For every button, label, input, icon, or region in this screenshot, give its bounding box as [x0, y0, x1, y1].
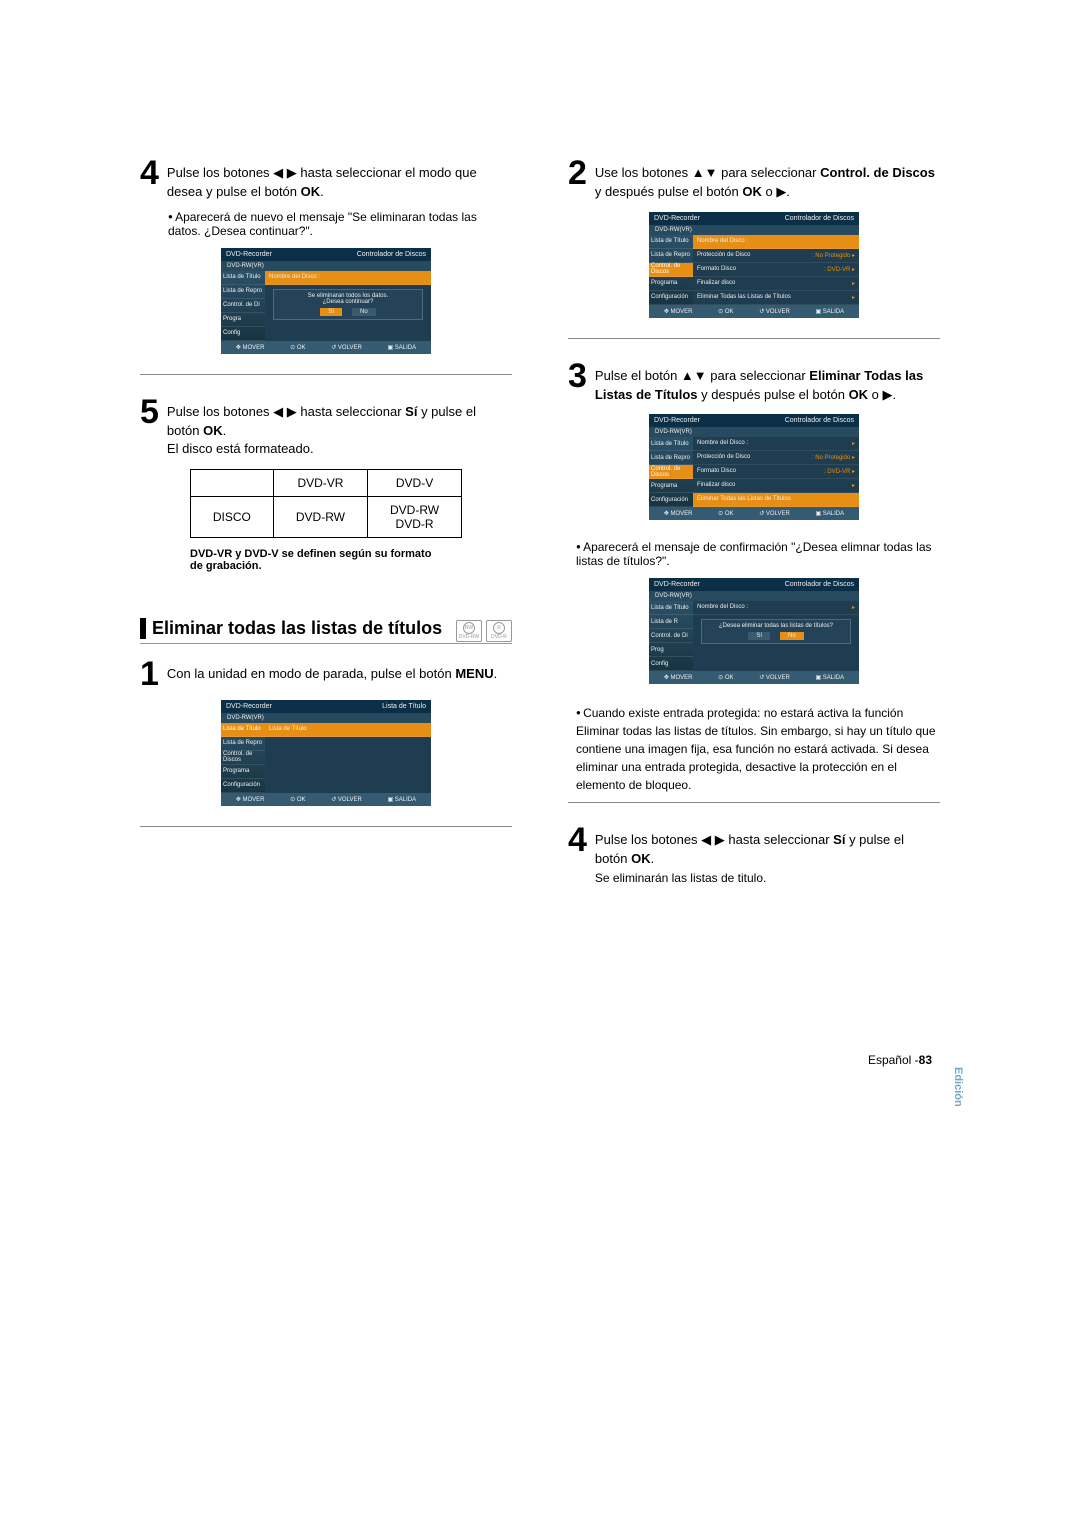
step-number: 3 [568, 361, 587, 405]
left-column: 4 Pulse los botones ◀ ▶ hasta selecciona… [140, 158, 512, 896]
step-text: Con la unidad en modo de parada, pulse e… [167, 659, 497, 690]
divider [140, 826, 512, 827]
page-number: Español -83 [868, 1053, 932, 1067]
step-text: Use los botones ▲▼ para seleccionar Cont… [595, 158, 940, 202]
confirm-message-note: Aparecerá el mensaje de confirmación "¿D… [576, 540, 940, 568]
step-number: 4 [140, 158, 159, 202]
step-5: 5 Pulse los botones ◀ ▶ hasta selecciona… [140, 397, 512, 460]
screenshot-eliminate-highlight: DVD-RecorderControlador de Discos DVD-RW… [649, 414, 859, 520]
table-note: DVD-VR y DVD-V se definen según su forma… [190, 548, 440, 572]
step-text: Pulse el botón ▲▼ para seleccionar Elimi… [595, 361, 940, 405]
right-column: 2 Use los botones ▲▼ para seleccionar Co… [568, 158, 940, 896]
step-3: 3 Pulse el botón ▲▼ para seleccionar Eli… [568, 361, 940, 405]
screenshot-confirm-delete-titles: DVD-RecorderControlador de Discos DVD-RW… [649, 578, 859, 684]
step-4-right: 4 Pulse los botones ◀ ▶ hasta selecciona… [568, 825, 940, 888]
step-number: 5 [140, 397, 159, 460]
divider [140, 374, 512, 375]
step4-note: Aparecerá de nuevo el mensaje "Se elimin… [168, 210, 512, 238]
step-text: Pulse los botones ◀ ▶ hasta seleccionar … [595, 825, 940, 888]
step-number: 2 [568, 158, 587, 202]
badge-dvd-rw: RWDVD-RW [456, 620, 482, 642]
step-text: Pulse los botones ◀ ▶ hasta seleccionar … [167, 397, 512, 460]
step-2: 2 Use los botones ▲▼ para seleccionar Co… [568, 158, 940, 202]
divider [568, 802, 940, 803]
format-table: DVD-VRDVD-V DISCODVD-RWDVD-RWDVD-R [190, 469, 462, 538]
screenshot-disc-controller-confirm: DVD-RecorderControlador de Discos DVD-RW… [221, 248, 431, 354]
divider [568, 338, 940, 339]
step-number: 4 [568, 825, 587, 888]
section-tab-label: Edición [952, 1067, 964, 1107]
screenshot-disc-controller-menu: DVD-RecorderControlador de Discos DVD-RW… [649, 212, 859, 318]
step-text: Pulse los botones ◀ ▶ hasta seleccionar … [167, 158, 512, 202]
step-1: 1 Con la unidad en modo de parada, pulse… [140, 659, 512, 690]
protected-entry-note: Cuando existe entrada protegida: no esta… [576, 704, 940, 794]
screenshot-title-list: DVD-RecorderLista de Título DVD-RW(VR) L… [221, 700, 431, 806]
section-underline: RWDVD-RW RDVD-R [140, 643, 512, 651]
step-4: 4 Pulse los botones ◀ ▶ hasta selecciona… [140, 158, 512, 202]
step-number: 1 [140, 659, 159, 690]
badge-dvd-r: RDVD-R [486, 620, 512, 642]
